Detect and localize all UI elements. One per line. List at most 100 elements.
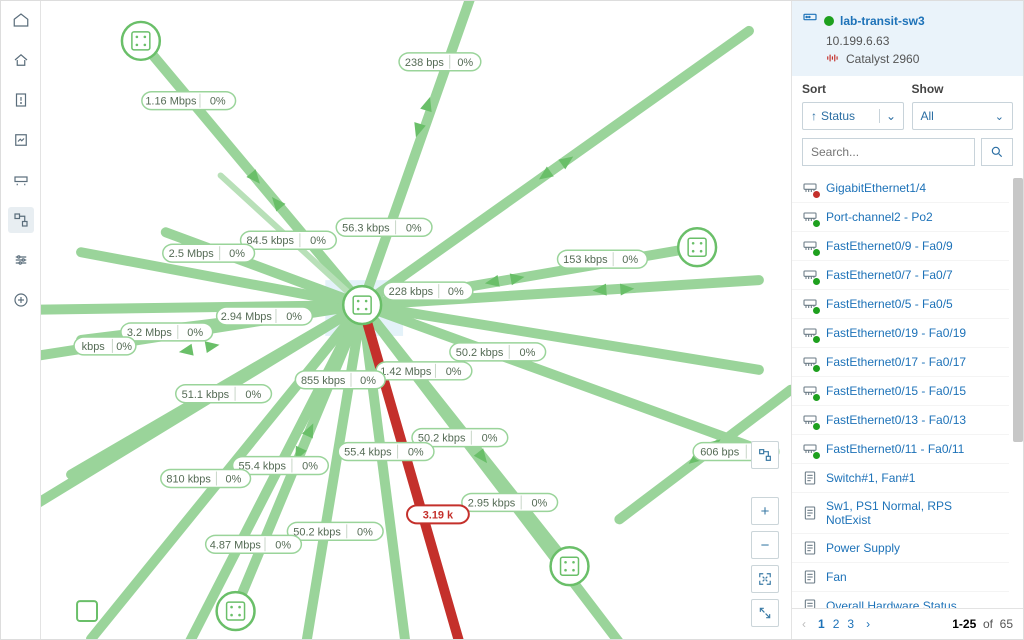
scrollbar-thumb[interactable]	[1013, 178, 1023, 442]
svg-text:51.1 kbps: 51.1 kbps	[182, 389, 230, 401]
list-item-label: FastEthernet0/5 - Fa0/5	[826, 297, 953, 311]
nav-dashboard-icon[interactable]	[8, 47, 34, 73]
list-item[interactable]: FastEthernet0/15 - Fa0/15	[792, 377, 1009, 406]
list-item-label: FastEthernet0/13 - Fa0/13	[826, 413, 966, 427]
edge-label: 238 bps 0%	[399, 53, 481, 71]
device-ip: 10.199.6.63	[826, 34, 1013, 48]
port-icon	[802, 354, 818, 370]
edge-label: 56.3 kbps0%	[336, 218, 432, 236]
svg-text:810 kbps: 810 kbps	[166, 473, 211, 485]
list-item[interactable]: FastEthernet0/19 - Fa0/19	[792, 319, 1009, 348]
show-label: Show	[912, 82, 944, 96]
search-button[interactable]	[981, 138, 1013, 166]
edge-label: 55.4 kbps0%	[338, 443, 434, 461]
list-item-label: Switch#1, Fan#1	[826, 471, 915, 485]
pager-next[interactable]: ›	[866, 617, 870, 631]
svg-text:0%: 0%	[531, 497, 547, 509]
svg-text:56.3 kbps: 56.3 kbps	[342, 222, 390, 234]
zoom-out-button[interactable]: −	[751, 531, 779, 559]
search-input[interactable]	[802, 138, 975, 166]
svg-text:855 kbps: 855 kbps	[301, 375, 346, 387]
svg-text:3.2 Mbps: 3.2 Mbps	[127, 327, 173, 339]
list-item[interactable]: Port-channel2 - Po2	[792, 203, 1009, 232]
list-item-label: FastEthernet0/11 - Fa0/11	[826, 442, 964, 456]
details-header: lab-transit-sw3 10.199.6.63 Catalyst 296…	[792, 1, 1023, 76]
svg-text:0%: 0%	[519, 347, 535, 359]
pager-page[interactable]: 1	[818, 617, 825, 631]
list-item[interactable]: FastEthernet0/7 - Fa0/7	[792, 261, 1009, 290]
list-item[interactable]: Sw1, PS1 Normal, RPS NotExist	[792, 493, 1009, 534]
nav-reports-icon[interactable]	[8, 127, 34, 153]
list-item[interactable]: FastEthernet0/11 - Fa0/11	[792, 435, 1009, 464]
svg-text:0%: 0%	[275, 539, 291, 551]
svg-text:0%: 0%	[210, 96, 226, 108]
svg-text:1.42 Mbps: 1.42 Mbps	[380, 366, 432, 378]
nav-settings-icon[interactable]	[8, 247, 34, 273]
fullscreen-button[interactable]	[751, 599, 779, 627]
scrollbar[interactable]	[1013, 178, 1023, 604]
list-item[interactable]: GigabitEthernet1/4	[792, 174, 1009, 203]
show-select[interactable]: All ⌄	[912, 102, 1014, 130]
edge-label: 3.19 k	[407, 505, 469, 523]
device-icon	[802, 11, 818, 30]
sort-select[interactable]: ↑Status ⌄	[802, 102, 904, 130]
pager-prev[interactable]: ‹	[802, 617, 806, 631]
nav-device-icon[interactable]	[8, 167, 34, 193]
chevron-down-icon[interactable]: ⌄	[879, 109, 903, 123]
edge-label: 84.5 kbps0%	[241, 231, 337, 249]
document-icon	[802, 598, 818, 608]
list-item-label: FastEthernet0/19 - Fa0/19	[826, 326, 966, 340]
list-item-label: FastEthernet0/7 - Fa0/7	[826, 268, 953, 282]
document-icon	[802, 540, 818, 556]
topology-canvas[interactable]: 238 bps0%1.16 Mbps0%56.3 kbps0%84.5 kbps…	[41, 1, 791, 639]
list-item[interactable]: Power Supply	[792, 534, 1009, 563]
port-icon	[802, 180, 818, 196]
node[interactable]	[122, 22, 160, 60]
list-item-label: FastEthernet0/15 - Fa0/15	[826, 384, 966, 398]
pager-page[interactable]: 3	[847, 617, 854, 631]
sort-label: Sort	[802, 82, 826, 96]
list-item-label: Fan	[826, 570, 847, 584]
list-item-label: Overall Hardware Status	[826, 599, 957, 608]
svg-text:2.5 Mbps: 2.5 Mbps	[169, 248, 215, 260]
svg-text:606 bps: 606 bps	[700, 447, 740, 459]
nav-home-icon[interactable]	[8, 7, 34, 33]
list-item[interactable]: Fan	[792, 563, 1009, 592]
edge-label: 855 kbps 0%	[295, 371, 385, 389]
svg-text:0%: 0%	[446, 366, 462, 378]
edge-label: kbps0%	[74, 337, 136, 355]
document-icon	[802, 505, 818, 521]
port-icon	[802, 383, 818, 399]
list-item-label: FastEthernet0/9 - Fa0/9	[826, 239, 953, 253]
nav-alerts-icon[interactable]	[8, 87, 34, 113]
node[interactable]	[678, 228, 716, 266]
fit-button[interactable]	[751, 565, 779, 593]
list-item[interactable]: FastEthernet0/13 - Fa0/13	[792, 406, 1009, 435]
list-item[interactable]: FastEthernet0/17 - Fa0/17	[792, 348, 1009, 377]
node-center[interactable]	[343, 286, 381, 324]
port-icon	[802, 412, 818, 428]
svg-text:238 bps: 238 bps	[405, 57, 445, 69]
list-item[interactable]: Switch#1, Fan#1	[792, 464, 1009, 493]
edge-label: 153 kbps0%	[558, 250, 648, 268]
svg-text:0%: 0%	[482, 433, 498, 445]
node[interactable]	[217, 592, 255, 630]
nav-topology-icon[interactable]	[8, 207, 34, 233]
svg-text:0%: 0%	[457, 57, 473, 69]
edge-label: 2.5 Mbps0%	[163, 244, 255, 262]
svg-text:3.19 k: 3.19 k	[423, 509, 454, 521]
nav-add-icon[interactable]	[8, 287, 34, 313]
list-item[interactable]: FastEthernet0/5 - Fa0/5	[792, 290, 1009, 319]
layout-button[interactable]	[751, 441, 779, 469]
list-item[interactable]: Overall Hardware Status	[792, 592, 1009, 608]
port-icon	[802, 441, 818, 457]
svg-text:84.5 kbps: 84.5 kbps	[246, 235, 294, 247]
zoom-in-button[interactable]: +	[751, 497, 779, 525]
edge-label: 51.1 kbps0%	[176, 385, 272, 403]
edge-label: 3.2 Mbps0%	[121, 323, 213, 341]
pager-page[interactable]: 2	[833, 617, 840, 631]
node[interactable]	[551, 547, 589, 585]
list-item[interactable]: FastEthernet0/9 - Fa0/9	[792, 232, 1009, 261]
topology-svg[interactable]: 238 bps0%1.16 Mbps0%56.3 kbps0%84.5 kbps…	[41, 1, 791, 639]
svg-text:0%: 0%	[360, 375, 376, 387]
